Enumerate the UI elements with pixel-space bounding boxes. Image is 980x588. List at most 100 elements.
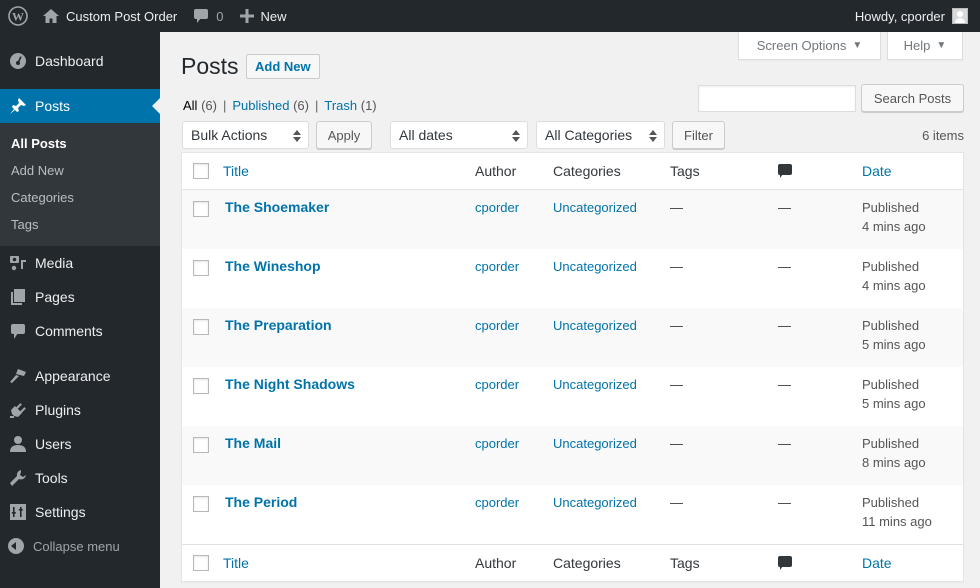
post-tags: —: [670, 495, 683, 510]
column-title[interactable]: Title: [223, 555, 249, 571]
table-row: The Mail cporder Uncategorized — — Published 8…: [182, 426, 963, 485]
post-time: 5 mins ago: [862, 396, 926, 411]
my-account-link[interactable]: Howdy, cporder: [847, 0, 980, 32]
admin-sidebar: Dashboard Posts All Posts Add New Catego…: [0, 32, 160, 588]
post-category-link[interactable]: Uncategorized: [553, 377, 637, 392]
post-author-link[interactable]: cporder: [475, 259, 519, 274]
caret-down-icon: ▼: [852, 40, 863, 51]
post-author-link[interactable]: cporder: [475, 495, 519, 510]
menu-item-users[interactable]: Users: [0, 427, 160, 461]
view-published[interactable]: Published (6): [232, 98, 309, 113]
row-checkbox[interactable]: [193, 260, 209, 276]
post-title-link[interactable]: The Period: [225, 494, 297, 510]
wordpress-logo-icon: W: [8, 6, 28, 26]
search-posts-button[interactable]: Search Posts: [861, 84, 964, 112]
menu-item-label: Media: [35, 255, 74, 271]
post-tags: —: [670, 436, 683, 451]
site-name: Custom Post Order: [66, 8, 178, 24]
select-all-checkbox[interactable]: [193, 555, 209, 571]
table-row: The Wineshop cporder Uncategorized — — Publis…: [182, 249, 963, 308]
post-category-link[interactable]: Uncategorized: [553, 200, 637, 215]
row-checkbox[interactable]: [193, 378, 209, 394]
post-date: Published 8 mins ago: [862, 434, 926, 472]
post-tags: —: [670, 318, 683, 333]
post-title-link[interactable]: The Wineshop: [225, 258, 321, 274]
menu-item-tools[interactable]: Tools: [0, 461, 160, 495]
user-icon: [8, 434, 28, 454]
menu-item-settings[interactable]: Settings: [0, 495, 160, 529]
view-trash[interactable]: Trash (1): [324, 98, 376, 113]
plug-icon: [8, 400, 28, 420]
date-filter-select[interactable]: All dates: [390, 121, 528, 149]
menu-item-comments[interactable]: Comments: [0, 314, 160, 348]
screen-options-button[interactable]: Screen Options ▼: [738, 32, 881, 60]
category-filter-value: All Categories: [545, 127, 633, 143]
row-checkbox[interactable]: [193, 437, 209, 453]
post-title-link[interactable]: The Preparation: [225, 317, 332, 333]
menu-item-pages[interactable]: Pages: [0, 280, 160, 314]
comments-link[interactable]: 0: [185, 0, 231, 32]
select-all-checkbox[interactable]: [193, 163, 209, 179]
post-author-link[interactable]: cporder: [475, 200, 519, 215]
post-status: Published: [862, 318, 920, 333]
menu-item-posts[interactable]: Posts: [0, 89, 160, 123]
submenu-add-new[interactable]: Add New: [0, 157, 160, 184]
post-category-link[interactable]: Uncategorized: [553, 318, 637, 333]
submenu-tags[interactable]: Tags: [0, 211, 160, 238]
collapse-arrow-icon: [8, 538, 24, 554]
posts-submenu: All Posts Add New Categories Tags: [0, 123, 160, 246]
post-comments: —: [778, 200, 791, 215]
new-content-link[interactable]: New: [232, 0, 295, 32]
comment-bubble-icon: [193, 8, 209, 24]
menu-item-appearance[interactable]: Appearance: [0, 359, 160, 393]
column-title[interactable]: Title: [223, 163, 249, 179]
post-author-link[interactable]: cporder: [475, 318, 519, 333]
post-status: Published: [862, 377, 920, 392]
help-button[interactable]: Help ▼: [887, 32, 963, 60]
post-date: Published 11 mins ago: [862, 493, 932, 531]
post-search-input[interactable]: [698, 85, 856, 112]
collapse-menu-button[interactable]: Collapse menu: [0, 529, 160, 563]
caret-down-icon: ▼: [936, 40, 947, 51]
post-title-link[interactable]: The Mail: [225, 435, 281, 451]
filter-button[interactable]: Filter: [672, 121, 725, 149]
items-count: 6 items: [922, 128, 964, 143]
row-checkbox[interactable]: [193, 319, 209, 335]
post-author-link[interactable]: cporder: [475, 377, 519, 392]
table-row: The Preparation cporder Uncategorized — — Pub…: [182, 308, 963, 367]
screen-options-label: Screen Options: [756, 38, 847, 53]
comments-column-icon: [778, 164, 792, 178]
post-title-link[interactable]: The Shoemaker: [225, 199, 329, 215]
category-filter-select[interactable]: All Categories: [536, 121, 665, 149]
view-all[interactable]: All (6): [183, 98, 217, 113]
post-tags: —: [670, 200, 683, 215]
howdy-text: Howdy, cporder: [854, 8, 945, 24]
add-new-button[interactable]: Add New: [246, 54, 320, 79]
menu-item-plugins[interactable]: Plugins: [0, 393, 160, 427]
menu-item-dashboard[interactable]: Dashboard: [0, 44, 160, 78]
row-checkbox[interactable]: [193, 496, 209, 512]
select-arrows-icon: [293, 130, 301, 142]
post-category-link[interactable]: Uncategorized: [553, 436, 637, 451]
column-date[interactable]: Date: [862, 555, 892, 571]
post-category-link[interactable]: Uncategorized: [553, 495, 637, 510]
menu-item-media[interactable]: Media: [0, 246, 160, 280]
home-icon: [43, 9, 59, 23]
submenu-categories[interactable]: Categories: [0, 184, 160, 211]
wordpress-logo-button[interactable]: W: [1, 0, 35, 32]
post-time: 11 mins ago: [862, 514, 932, 529]
site-name-link[interactable]: Custom Post Order: [35, 0, 185, 32]
post-category-link[interactable]: Uncategorized: [553, 259, 637, 274]
submenu-all-posts[interactable]: All Posts: [0, 130, 160, 157]
apply-button[interactable]: Apply: [316, 121, 372, 149]
post-date: Published 4 mins ago: [862, 198, 926, 236]
post-title-link[interactable]: The Night Shadows: [225, 376, 355, 392]
post-author-link[interactable]: cporder: [475, 436, 519, 451]
column-date[interactable]: Date: [862, 163, 892, 179]
post-time: 8 mins ago: [862, 455, 926, 470]
menu-item-label: Posts: [35, 98, 71, 114]
dashboard-icon: [8, 51, 28, 71]
bulk-actions-select[interactable]: Bulk Actions: [182, 121, 309, 149]
table-body: The Shoemaker cporder Uncategorized — — Publi…: [182, 190, 963, 544]
row-checkbox[interactable]: [193, 201, 209, 217]
